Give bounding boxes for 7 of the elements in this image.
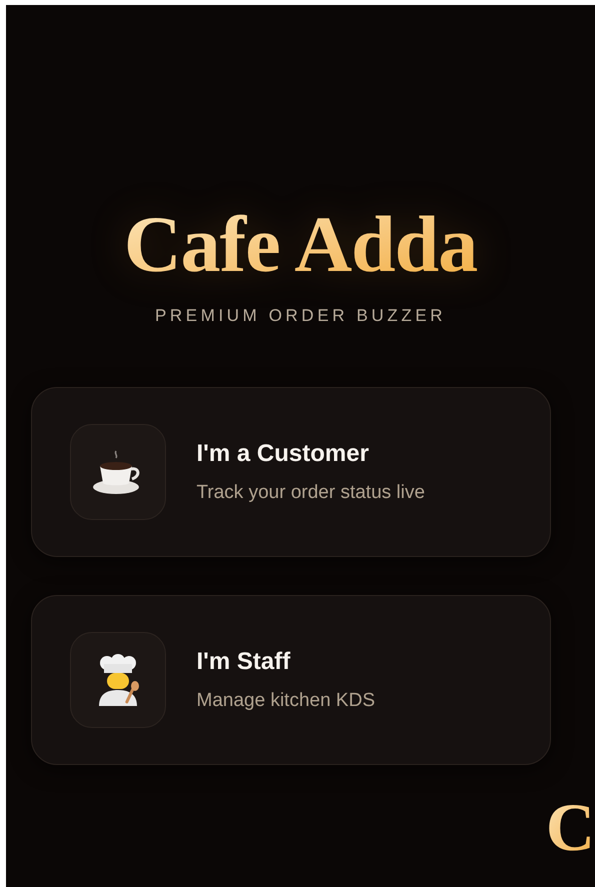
role-card[interactable]: I'm Staff Manage kitchen KDS [30,594,550,764]
role-title: I'm a Customer [196,438,370,469]
role-card[interactable]: I'm a Customer Track your order status live [30,386,550,556]
role-title: I'm Staff [196,646,292,677]
role-description: Track your order status live [196,480,425,504]
tagline: PREMIUM ORDER BUZZER [154,305,446,327]
role-description: Manage kitchen KDS [196,688,375,712]
